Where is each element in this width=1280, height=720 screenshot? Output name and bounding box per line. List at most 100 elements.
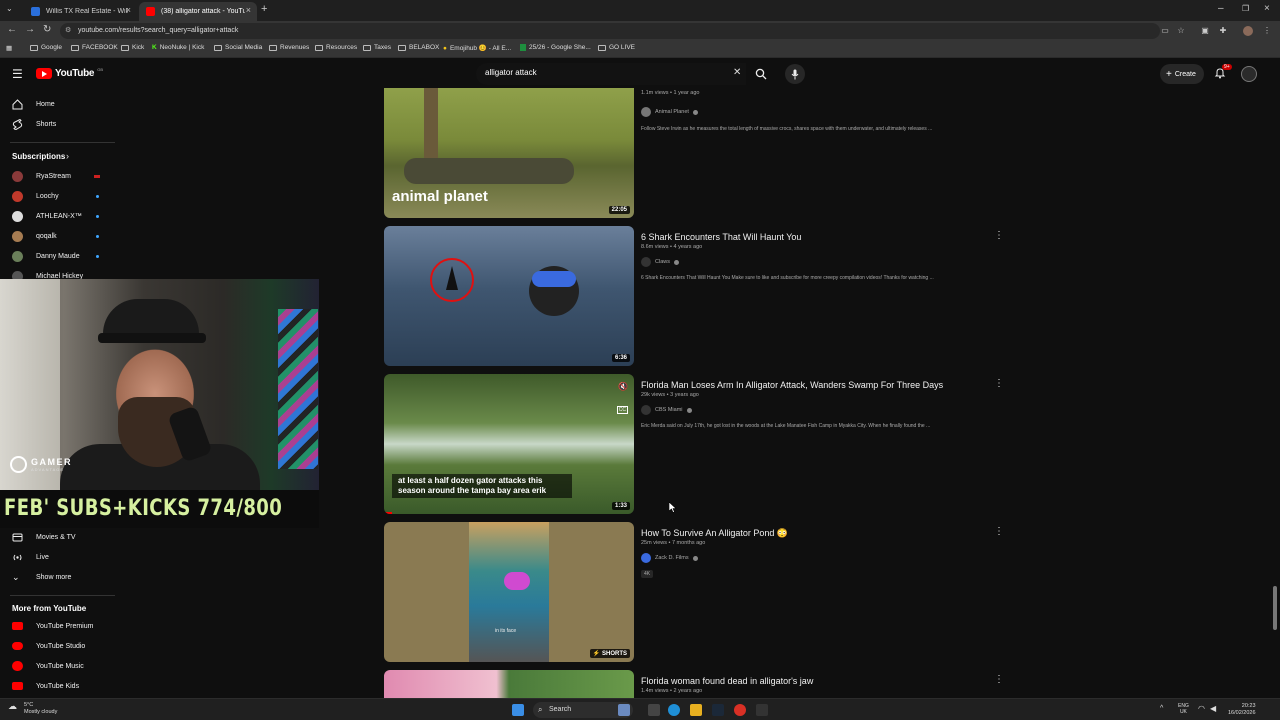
search-box[interactable] <box>476 63 746 85</box>
search-input[interactable] <box>485 68 715 77</box>
task-view-icon[interactable] <box>648 704 660 716</box>
bookmark-emojihub[interactable]: ● Emojihub 😊 - All E... <box>443 44 511 53</box>
back-button[interactable]: ← <box>7 24 17 35</box>
extensions-puzzle-icon[interactable]: ✚ <box>1218 26 1228 36</box>
channel-link[interactable]: Claws <box>641 257 679 267</box>
channel-avatar <box>12 230 23 242</box>
video-thumbnail[interactable]: 6:36 <box>384 226 634 366</box>
subscriptions-heading[interactable]: Subscriptions › <box>0 146 118 166</box>
tab-youtube[interactable]: (38) alligator attack - YouTube × <box>139 2 257 21</box>
steam-icon[interactable] <box>712 704 724 716</box>
bookmark-neonuke-kick[interactable]: K NeoNuke | Kick <box>152 44 204 51</box>
video-thumbnail[interactable]: animal planet 22:05 <box>384 88 634 218</box>
chrome-icon[interactable] <box>734 704 746 716</box>
sidebar-show-more[interactable]: ⌄ Show more <box>0 567 118 587</box>
video-thumbnail[interactable]: 🔇 CC at least a half dozen gator attacks… <box>384 374 634 514</box>
video-title[interactable]: 6 Shark Encounters That Will Haunt You <box>641 232 801 242</box>
bookmark-go-live[interactable]: GO LIVE <box>598 44 635 51</box>
sidebar-item-home[interactable]: Home <box>0 94 118 114</box>
bookmark-resources[interactable]: Resources <box>315 44 357 51</box>
account-avatar[interactable] <box>1241 66 1257 82</box>
forward-button[interactable]: → <box>25 24 35 35</box>
mute-icon[interactable]: 🔇 <box>618 382 628 391</box>
site-info-icon[interactable]: ⚙ <box>65 26 71 34</box>
guide-menu-icon[interactable]: ☰ <box>12 67 23 81</box>
search-button[interactable] <box>748 63 774 85</box>
reload-button[interactable]: ↻ <box>43 24 51 35</box>
sidebar-item-youtube-premium[interactable]: YouTube Premium <box>0 616 118 636</box>
bookmark-taxes[interactable]: Taxes <box>363 44 391 51</box>
weather-widget[interactable]: ☁ 5°C Mostly cloudy <box>8 702 57 716</box>
close-tab-icon[interactable]: × <box>246 5 251 15</box>
channel-avatar <box>641 107 651 117</box>
bookmark-facebook[interactable]: FACEBOOK <box>71 44 118 51</box>
bookmark-kick[interactable]: Kick <box>121 44 144 51</box>
clear-search-icon[interactable]: ✕ <box>733 67 741 78</box>
subscription-ryastream[interactable]: RyaStream <box>0 166 118 186</box>
create-button[interactable]: + Create <box>1160 64 1204 84</box>
system-clock[interactable]: 20:23 16/02/2026 <box>1228 703 1256 717</box>
language-indicator[interactable]: ENG UK <box>1178 703 1189 715</box>
start-button[interactable] <box>512 704 524 716</box>
edge-browser-icon[interactable] <box>668 704 680 716</box>
profile-avatar-icon[interactable] <box>1243 26 1253 36</box>
more-actions-icon[interactable]: ⋮ <box>994 378 1004 389</box>
video-duration: 22:05 <box>608 206 630 214</box>
video-result[interactable]: 6:36 6 Shark Encounters That Will Haunt … <box>384 226 1004 366</box>
sidebar-item-movies-tv[interactable]: Movies & TV <box>0 527 118 547</box>
thumbnail-overlay-text: in its face <box>495 628 517 634</box>
cast-icon[interactable]: ▭ <box>1160 26 1170 36</box>
sidebar-item-shorts[interactable]: Shorts <box>0 114 118 134</box>
video-thumbnail[interactable]: in its face ⚡ SHORTS <box>384 522 634 662</box>
apps-grid-icon[interactable]: ▦ <box>6 44 12 52</box>
video-result[interactable]: in its face ⚡ SHORTS How To Survive An A… <box>384 522 1004 662</box>
bookmark-belabox[interactable]: BELABOX <box>398 44 439 51</box>
volume-icon[interactable]: ◀ <box>1210 704 1216 713</box>
tab-search-icon[interactable]: ⌄ <box>6 4 13 13</box>
youtube-logo[interactable]: YouTube GB <box>36 67 103 79</box>
sidebar-item-youtube-music[interactable]: YouTube Music <box>0 656 118 676</box>
channel-link[interactable]: Animal Planet <box>641 107 698 117</box>
channel-link[interactable]: Zack D. Films <box>641 553 698 563</box>
wifi-icon[interactable]: ◠ <box>1198 704 1205 713</box>
video-title[interactable]: How To Survive An Alligator Pond 😳 <box>641 528 788 539</box>
extension-icon[interactable]: ▣ <box>1200 26 1210 36</box>
closed-captions-icon[interactable]: CC <box>616 406 628 414</box>
subscription-athlean-x[interactable]: ATHLEAN-X™ <box>0 206 118 226</box>
maximize-button[interactable]: ❐ <box>1242 4 1249 13</box>
voice-search-button[interactable] <box>785 64 805 84</box>
close-tab-icon[interactable]: × <box>126 5 131 15</box>
bookmark-sheet[interactable]: 25/26 - Google She... <box>520 44 591 51</box>
obs-icon[interactable] <box>756 704 768 716</box>
video-result[interactable]: Florida woman found dead in alligator's … <box>384 670 1004 698</box>
more-actions-icon[interactable]: ⋮ <box>994 526 1004 537</box>
subscription-loochy[interactable]: Loochy <box>0 186 118 206</box>
tab-willis-real-estate[interactable]: Willis TX Real Estate - Willis TX × <box>24 2 137 21</box>
file-explorer-icon[interactable] <box>690 704 702 716</box>
sidebar-item-youtube-kids[interactable]: YouTube Kids <box>0 676 118 696</box>
search-highlight-icon[interactable] <box>618 704 630 716</box>
sidebar-item-youtube-studio[interactable]: YouTube Studio <box>0 636 118 656</box>
minimize-button[interactable]: – <box>1218 3 1224 14</box>
video-title[interactable]: Florida woman found dead in alligator's … <box>641 676 813 686</box>
bookmark-revenues[interactable]: Revenues <box>269 44 309 51</box>
bookmark-google[interactable]: Google <box>30 44 62 51</box>
new-tab-button[interactable]: + <box>261 3 267 15</box>
bookmark-star-icon[interactable]: ☆ <box>1176 26 1186 36</box>
more-actions-icon[interactable]: ⋮ <box>994 230 1004 241</box>
close-window-button[interactable]: × <box>1264 3 1270 14</box>
video-title[interactable]: Florida Man Loses Arm In Alligator Attac… <box>641 380 943 390</box>
sidebar-item-live[interactable]: Live <box>0 547 118 567</box>
video-thumbnail[interactable] <box>384 670 634 698</box>
subscription-qoqalk[interactable]: qoqalk <box>0 226 118 246</box>
video-result[interactable]: animal planet 22:05 1.1m views • 1 year … <box>384 88 1004 218</box>
subscription-danny-maude[interactable]: Danny Maude <box>0 246 118 266</box>
scrollbar-thumb[interactable] <box>1273 586 1277 630</box>
url-bar[interactable]: ⚙ youtube.com/results?search_query=allig… <box>60 23 1160 39</box>
bookmark-social-media[interactable]: Social Media <box>214 44 262 51</box>
video-result[interactable]: 🔇 CC at least a half dozen gator attacks… <box>384 374 1004 514</box>
chevron-up-icon[interactable]: ^ <box>1160 705 1163 712</box>
more-actions-icon[interactable]: ⋮ <box>994 674 1004 685</box>
browser-menu-icon[interactable]: ⋮ <box>1262 26 1272 36</box>
channel-link[interactable]: CBS Miami <box>641 405 692 415</box>
